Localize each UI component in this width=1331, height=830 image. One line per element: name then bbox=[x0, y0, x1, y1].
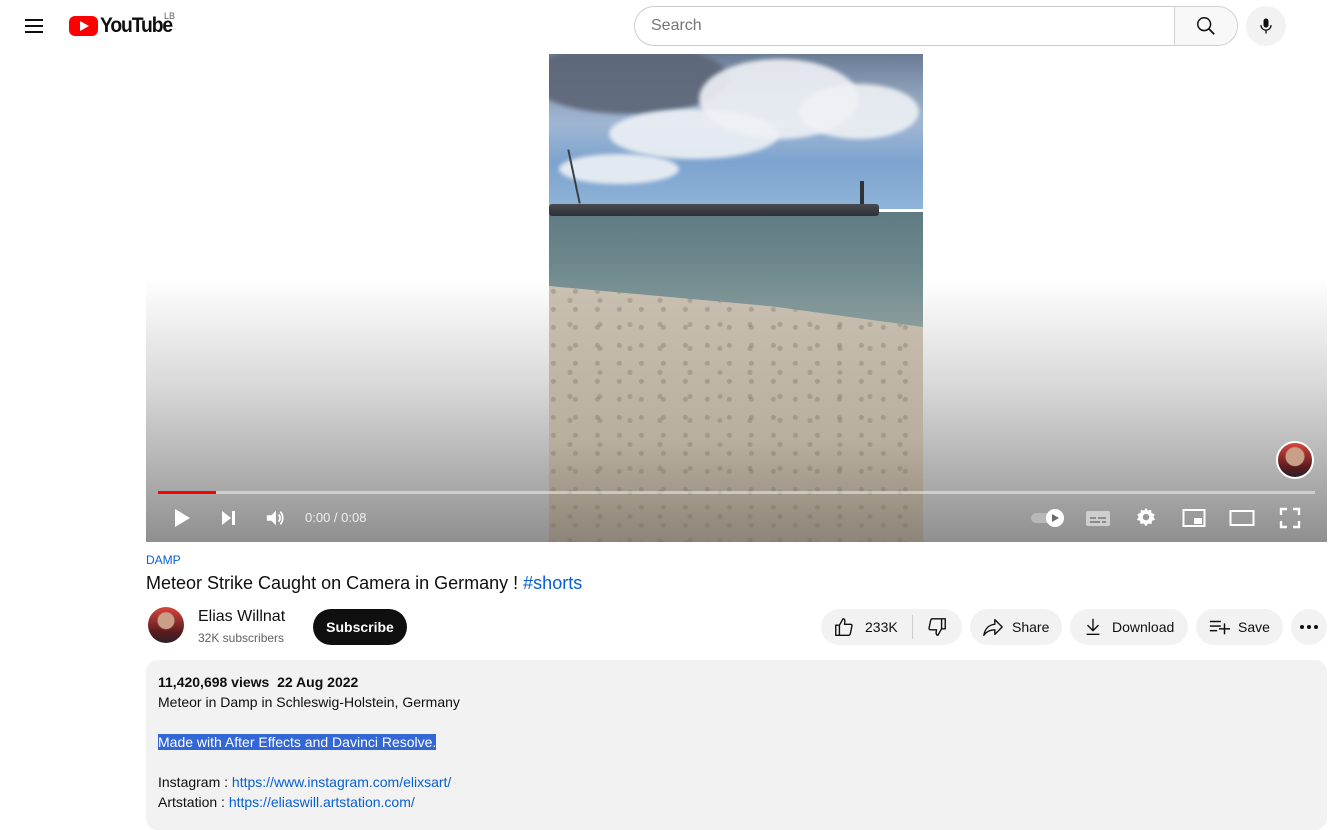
mute-button[interactable] bbox=[261, 504, 289, 532]
logo-text: YouTube bbox=[100, 14, 173, 37]
search-input[interactable]: Search bbox=[634, 6, 1175, 46]
subtitles-icon bbox=[1086, 511, 1110, 526]
download-icon bbox=[1086, 618, 1100, 636]
pier-light bbox=[860, 181, 864, 205]
microphone-icon bbox=[1260, 18, 1272, 34]
description-blank bbox=[158, 752, 1315, 772]
video-sand bbox=[549, 286, 923, 542]
miniplayer-icon bbox=[1182, 509, 1206, 527]
volume-icon bbox=[266, 510, 284, 526]
like-button[interactable]: 233K bbox=[821, 609, 912, 645]
artstation-line: Artstation : https://eliaswill.artstatio… bbox=[158, 792, 1315, 812]
description-stats: 11,420,698 views 22 Aug 2022 bbox=[158, 672, 1315, 692]
next-icon bbox=[222, 511, 235, 525]
video-player[interactable]: 0:00 / 0:08 bbox=[146, 54, 1327, 542]
like-dislike-group: 233K bbox=[821, 609, 962, 645]
save-button[interactable]: Save bbox=[1196, 609, 1283, 645]
time-display: 0:00 / 0:08 bbox=[305, 510, 367, 525]
save-label: Save bbox=[1238, 619, 1270, 635]
gear-icon bbox=[1136, 507, 1156, 527]
download-button[interactable]: Download bbox=[1070, 609, 1188, 645]
download-label: Download bbox=[1112, 619, 1175, 635]
miniplayer-button[interactable] bbox=[1180, 504, 1208, 532]
instagram-label: Instagram : bbox=[158, 774, 232, 790]
subscriber-count: 32K subscribers bbox=[198, 631, 285, 645]
artstation-label: Artstation : bbox=[158, 794, 229, 810]
progress-bar[interactable] bbox=[158, 491, 1315, 494]
autoplay-toggle-icon bbox=[1031, 509, 1064, 527]
description-blank bbox=[158, 712, 1315, 732]
more-horizontal-icon bbox=[1300, 625, 1318, 629]
hashtag-link[interactable]: #shorts bbox=[523, 573, 582, 593]
search-placeholder: Search bbox=[651, 17, 702, 34]
view-count: 11,420,698 views bbox=[158, 674, 270, 690]
video-title: Meteor Strike Caught on Camera in German… bbox=[146, 573, 582, 594]
artstation-link[interactable]: https://eliaswill.artstation.com/ bbox=[229, 794, 415, 810]
video-tag-link[interactable]: DAMP bbox=[146, 553, 181, 567]
thumbs-down-icon bbox=[928, 618, 947, 636]
fullscreen-icon bbox=[1279, 507, 1301, 529]
play-icon bbox=[175, 509, 190, 527]
channel-watermark-avatar[interactable] bbox=[1276, 441, 1314, 479]
instagram-link[interactable]: https://www.instagram.com/elixsart/ bbox=[232, 774, 451, 790]
selected-text: Made with After Effects and Davinci Reso… bbox=[158, 734, 437, 750]
youtube-play-logo-icon bbox=[69, 16, 98, 36]
fullscreen-button[interactable] bbox=[1276, 504, 1304, 532]
dislike-button[interactable] bbox=[913, 609, 962, 645]
video-frame[interactable] bbox=[549, 54, 923, 542]
share-icon bbox=[983, 618, 1003, 636]
like-count: 233K bbox=[865, 619, 898, 635]
theater-mode-button[interactable] bbox=[1228, 504, 1256, 532]
instagram-line: Instagram : https://www.instagram.com/el… bbox=[158, 772, 1315, 792]
thumbs-up-icon bbox=[835, 618, 853, 636]
video-pier bbox=[549, 204, 879, 216]
description-line: Meteor in Damp in Schleswig-Holstein, Ge… bbox=[158, 694, 460, 710]
menu-icon[interactable] bbox=[16, 8, 52, 44]
country-code: LB bbox=[164, 11, 176, 21]
autoplay-toggle[interactable] bbox=[1028, 504, 1068, 532]
search-button[interactable] bbox=[1174, 6, 1238, 46]
settings-button[interactable] bbox=[1132, 504, 1160, 532]
video-title-text: Meteor Strike Caught on Camera in German… bbox=[146, 573, 519, 593]
search-icon bbox=[1197, 17, 1215, 35]
description-box[interactable]: 11,420,698 views 22 Aug 2022 Meteor in D… bbox=[146, 660, 1327, 830]
share-label: Share bbox=[1012, 619, 1050, 635]
share-button[interactable]: Share bbox=[970, 609, 1062, 645]
masthead: YouTube LB Search bbox=[0, 0, 1331, 52]
theater-mode-icon bbox=[1229, 510, 1255, 526]
channel-avatar[interactable] bbox=[148, 607, 184, 643]
upload-date: 22 Aug 2022 bbox=[277, 674, 359, 690]
progress-played bbox=[158, 491, 216, 494]
subtitles-button[interactable] bbox=[1084, 504, 1112, 532]
next-button[interactable] bbox=[214, 504, 242, 532]
youtube-logo[interactable]: YouTube bbox=[69, 14, 178, 38]
save-to-playlist-icon bbox=[1209, 620, 1230, 635]
description-line-selected: Made with After Effects and Davinci Reso… bbox=[158, 732, 1315, 752]
more-actions-button[interactable] bbox=[1291, 609, 1327, 645]
subscribe-button[interactable]: Subscribe bbox=[313, 609, 407, 645]
channel-name[interactable]: Elias Willnat bbox=[198, 608, 285, 626]
voice-search-button[interactable] bbox=[1246, 6, 1286, 46]
play-button[interactable] bbox=[168, 504, 196, 532]
